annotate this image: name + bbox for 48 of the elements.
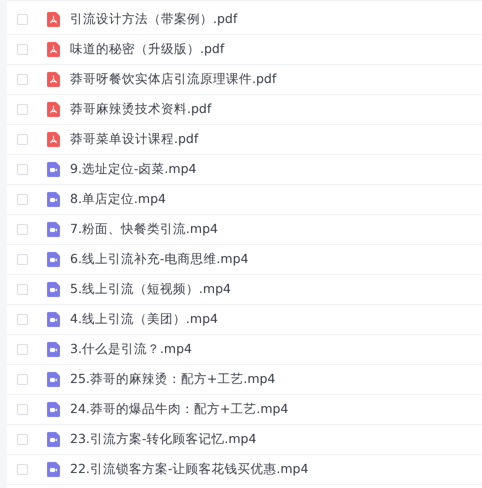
checkbox[interactable]: [17, 344, 28, 355]
video-file-icon: [47, 462, 60, 477]
checkbox[interactable]: [17, 374, 28, 385]
checkbox[interactable]: [17, 104, 28, 115]
checkbox[interactable]: [17, 74, 28, 85]
video-file-icon: [47, 282, 60, 297]
pdf-file-icon: [47, 132, 60, 147]
video-file-icon: [47, 162, 60, 177]
file-name: 5.线上引流（短视频）.mp4: [70, 281, 231, 298]
pdf-file-icon: [47, 12, 60, 27]
file-name: 味道的秘密（升级版）.pdf: [70, 41, 224, 58]
checkbox[interactable]: [17, 134, 28, 145]
video-file-icon: [47, 192, 60, 207]
video-file-icon: [47, 402, 60, 417]
file-name: 9.选址定位-卤菜.mp4: [70, 161, 196, 178]
checkbox[interactable]: [17, 254, 28, 265]
checkbox[interactable]: [17, 434, 28, 445]
file-name: 引流设计方法（带案例）.pdf: [70, 11, 238, 28]
video-file-icon: [47, 312, 60, 327]
file-name: 8.单店定位.mp4: [70, 191, 166, 208]
file-name: 6.线上引流补充-电商思维.mp4: [70, 251, 248, 268]
checkbox[interactable]: [17, 224, 28, 235]
pdf-file-icon: [47, 72, 60, 87]
file-name: 莽哥麻辣烫技术资料.pdf: [70, 101, 212, 118]
file-name: 4.线上引流（美团）.mp4: [70, 311, 218, 328]
checkbox[interactable]: [17, 464, 28, 475]
file-name: 25.莽哥的麻辣烫：配方+工艺.mp4: [70, 371, 276, 388]
video-file-icon: [47, 222, 60, 237]
file-name: 3.什么是引流？.mp4: [70, 341, 192, 358]
file-name: 24.莽哥的爆品牛肉：配方+工艺.mp4: [70, 401, 288, 418]
checkbox[interactable]: [17, 44, 28, 55]
video-file-icon: [47, 372, 60, 387]
pdf-file-icon: [47, 102, 60, 117]
checkbox[interactable]: [17, 194, 28, 205]
checkbox[interactable]: [17, 164, 28, 175]
file-name: 莽哥菜单设计课程.pdf: [70, 131, 198, 148]
checkbox[interactable]: [17, 14, 28, 25]
file-name: 23.引流方案-转化顾客记忆.mp4: [70, 431, 256, 448]
checkbox[interactable]: [17, 284, 28, 295]
file-name: 22.引流锁客方案-让顾客花钱买优惠.mp4: [70, 461, 308, 478]
pdf-file-icon: [47, 42, 60, 57]
file-name: 莽哥呀餐饮实体店引流原理课件.pdf: [70, 71, 276, 88]
video-file-icon: [47, 342, 60, 357]
checkbox[interactable]: [17, 314, 28, 325]
file-name: 7.粉面、快餐类引流.mp4: [70, 221, 218, 238]
video-file-icon: [47, 252, 60, 267]
checkbox[interactable]: [17, 404, 28, 415]
video-file-icon: [47, 432, 60, 447]
